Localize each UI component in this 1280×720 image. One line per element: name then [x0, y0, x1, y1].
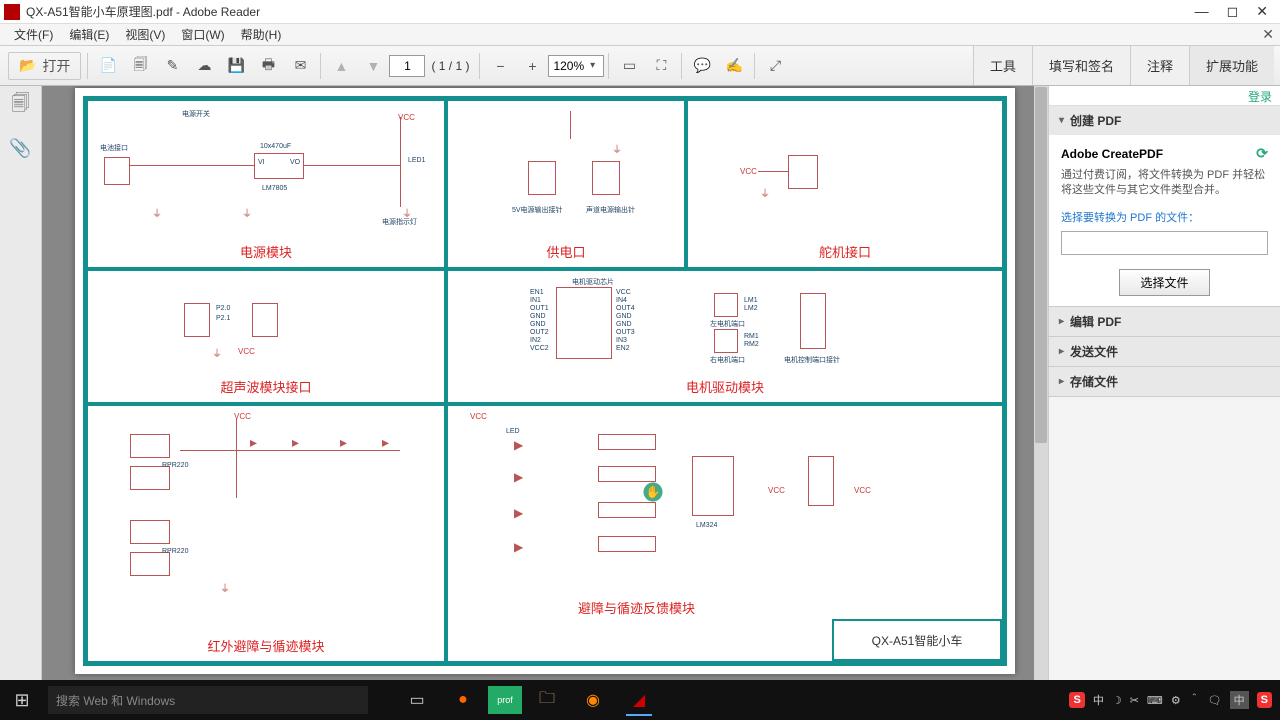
ultrasonic-port-label: 超声波模块接口: [220, 375, 311, 398]
servo-port-label: 舵机接口: [819, 240, 871, 263]
system-tray[interactable]: S 中 ☽ ✂ ⌨ ⚙ ＾ 🗨 中 S: [1061, 691, 1280, 709]
create-pdf-icon[interactable]: 📄: [94, 52, 122, 80]
keyboard-icon[interactable]: ⌨: [1147, 694, 1163, 707]
pdf-page: 电源开关 VI VO LM7805 10x470uF VCC LED1 电池接口…: [75, 88, 1015, 674]
moon-icon[interactable]: ☽: [1112, 694, 1122, 707]
tab-sign[interactable]: 填写和签名: [1032, 46, 1130, 85]
search-placeholder: 搜索 Web 和 Windows: [56, 692, 175, 709]
schematic-title-block: QX-A51智能小车: [832, 619, 1002, 661]
zoom-out-icon[interactable]: −: [486, 52, 514, 80]
schematic-title-text: QX-A51智能小车: [872, 632, 963, 649]
menu-view[interactable]: 视图(V): [117, 24, 173, 45]
cell-obstacle-module: VCC ▶ ▶ ▶ ▶ LED LM324: [446, 404, 1004, 663]
cell-ultrasonic-port: P2.0 P2.1 VCC 超声波模块接口: [86, 269, 446, 404]
tab-comment[interactable]: 注释: [1130, 46, 1189, 85]
create-pdf-header[interactable]: 创建 PDF: [1049, 106, 1280, 135]
highlight-icon[interactable]: ✍: [720, 52, 748, 80]
save-copy-icon[interactable]: 🗐: [126, 52, 154, 80]
cell-supply-port: 5V电源输出接针 声道电源输出针 供电口: [446, 99, 686, 269]
upload-icon[interactable]: ☁: [190, 52, 218, 80]
taskbar-search[interactable]: 搜索 Web 和 Windows: [48, 686, 368, 714]
ir-module-label: 红外避障与循迹模块: [207, 634, 324, 657]
vertical-scrollbar[interactable]: [1034, 86, 1048, 680]
page-number-input[interactable]: [389, 55, 425, 77]
tab-tools[interactable]: 工具: [973, 46, 1032, 85]
task-app-orange-icon[interactable]: ◉: [572, 684, 614, 716]
task-app-green-icon[interactable]: prof: [488, 686, 522, 714]
edit-icon[interactable]: ✎: [158, 52, 186, 80]
right-side-panel: 登录 创建 PDF Adobe CreatePDF ⟳ 通过付费订阅，将文件转换…: [1048, 86, 1280, 680]
create-pdf-title: Adobe CreatePDF: [1061, 147, 1163, 161]
tab-extend[interactable]: 扩展功能: [1189, 46, 1274, 85]
thumbnails-icon[interactable]: 🗐: [9, 94, 33, 118]
minimize-button[interactable]: —: [1195, 3, 1209, 20]
task-explorer-icon[interactable]: 🗀: [526, 684, 568, 716]
settings-tray-icon[interactable]: ⚙: [1171, 694, 1181, 707]
schematic-border: 电源开关 VI VO LM7805 10x470uF VCC LED1 电池接口…: [83, 96, 1007, 666]
mail-icon[interactable]: ✉: [286, 52, 314, 80]
attachments-icon[interactable]: 📎: [9, 136, 33, 160]
toolbar: 📂 打开 📄 🗐 ✎ ☁ 💾 🖶 ✉ ▲ ▼ ( 1 / 1 ) − + 120…: [0, 46, 1280, 86]
page-count-label: ( 1 / 1 ): [431, 59, 469, 73]
menu-help[interactable]: 帮助(H): [233, 24, 290, 45]
motor-drive-label: 电机驱动模块: [686, 375, 764, 398]
tool-icon[interactable]: ✂: [1130, 694, 1139, 707]
refresh-icon[interactable]: ⟳: [1256, 145, 1268, 162]
select-file-button[interactable]: 选择文件: [1119, 269, 1209, 296]
menu-file[interactable]: 文件(F): [6, 24, 61, 45]
ime-icon-2[interactable]: S: [1257, 692, 1272, 708]
start-button[interactable]: ⊞: [0, 680, 44, 720]
sticky-note-icon[interactable]: 💬: [688, 52, 716, 80]
tray-chevron-icon[interactable]: ＾: [1189, 692, 1200, 708]
fit-page-icon[interactable]: ▭: [615, 52, 643, 80]
task-view-icon[interactable]: ▭: [396, 684, 438, 716]
open-label: 打开: [42, 56, 70, 76]
create-pdf-desc: 通过付费订阅，将文件转换为 PDF 并轻松将这些文件与其它文件类型合并。: [1061, 168, 1268, 199]
obstacle-module-label: 避障与循迹反馈模块: [578, 596, 695, 619]
document-viewport[interactable]: ✋ 电源开关 VI VO LM7805 10x470uF VCC: [42, 86, 1048, 680]
cell-motor-drive: 电机驱动芯片 EN1 IN1 OUT1 GND GND OUT2 IN2 VCC…: [446, 269, 1004, 404]
speech-icon[interactable]: 🗨: [1208, 694, 1222, 707]
windows-taskbar: ⊞ 搜索 Web 和 Windows ▭ ● prof 🗀 ◉ ◢ S 中 ☽ …: [0, 680, 1280, 720]
power-module-label: 电源模块: [240, 240, 292, 263]
maximize-button[interactable]: ◻: [1227, 3, 1239, 20]
menu-bar: 文件(F) 编辑(E) 视图(V) 窗口(W) 帮助(H) ✕: [0, 24, 1280, 46]
zoom-value: 120%: [553, 59, 584, 73]
supply-port-label: 供电口: [546, 240, 585, 263]
window-titlebar: QX-A51智能小车原理图.pdf - Adobe Reader — ◻ ✕: [0, 0, 1280, 24]
document-close-icon[interactable]: ✕: [1262, 26, 1274, 43]
task-adobe-reader-icon[interactable]: ◢: [618, 684, 660, 716]
ime-icon[interactable]: S: [1069, 692, 1084, 708]
folder-icon: 📂: [19, 57, 36, 74]
login-link[interactable]: 登录: [1248, 90, 1272, 104]
print-icon[interactable]: 🖶: [254, 52, 282, 80]
task-firefox-icon[interactable]: ●: [442, 684, 484, 716]
cell-servo-port: VCC 舵机接口: [686, 99, 1004, 269]
menu-edit[interactable]: 编辑(E): [61, 24, 117, 45]
open-button[interactable]: 📂 打开: [8, 52, 81, 80]
select-file-label: 选择要转换为 PDF 的文件：: [1061, 209, 1268, 225]
close-button[interactable]: ✕: [1256, 3, 1268, 20]
zoom-in-icon[interactable]: +: [518, 52, 546, 80]
save-icon[interactable]: 💾: [222, 52, 250, 80]
zoom-select[interactable]: 120%: [548, 55, 604, 77]
left-nav-rail: 🗐 📎: [0, 86, 42, 680]
next-page-icon[interactable]: ▼: [359, 52, 387, 80]
send-file-header[interactable]: 发送文件: [1049, 337, 1280, 366]
window-title: QX-A51智能小车原理图.pdf - Adobe Reader: [26, 3, 1195, 20]
fit-width-icon[interactable]: ⛶: [647, 52, 675, 80]
store-file-header[interactable]: 存储文件: [1049, 367, 1280, 396]
menu-window[interactable]: 窗口(W): [173, 24, 232, 45]
app-icon: [4, 4, 20, 20]
edit-pdf-header[interactable]: 编辑 PDF: [1049, 307, 1280, 336]
ime-lang2-icon[interactable]: 中: [1230, 691, 1249, 709]
ime-lang-icon[interactable]: 中: [1093, 692, 1104, 708]
file-path-input[interactable]: [1061, 231, 1268, 255]
prev-page-icon[interactable]: ▲: [327, 52, 355, 80]
cell-ir-module: VCC RPR220 RPR220 ▸ ▸ ▸ ▸: [86, 404, 446, 663]
cell-power-module: 电源开关 VI VO LM7805 10x470uF VCC LED1 电池接口…: [86, 99, 446, 269]
read-mode-icon[interactable]: ⤢: [761, 52, 789, 80]
hand-cursor-icon: ✋: [642, 481, 664, 503]
